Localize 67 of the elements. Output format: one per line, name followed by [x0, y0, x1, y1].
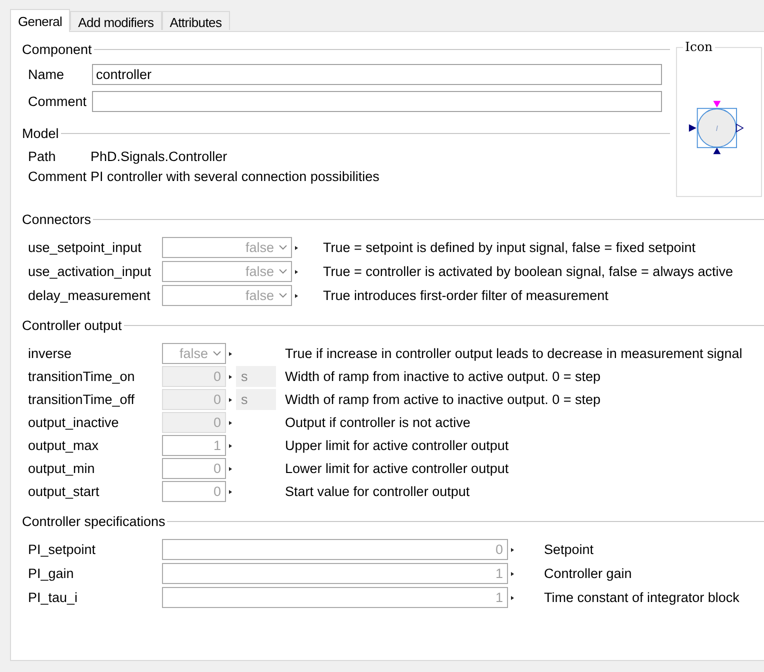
chevron-down-icon — [213, 351, 221, 356]
parameter-name: transitionTime_on — [28, 369, 136, 384]
parameter-name: PI_gain — [28, 566, 75, 581]
number-field[interactable]: 1 — [162, 563, 508, 584]
parameter-name: output_start — [28, 484, 100, 499]
menu-arrow-icon[interactable] — [229, 466, 232, 470]
parameter-description: True = controller is activated by boolean signal, false = always active — [322, 264, 734, 279]
parameter-name: PI_setpoint — [28, 542, 97, 557]
parameter-name: inverse — [28, 346, 73, 361]
parameter-description: True introduces first-order filter of measurement — [322, 288, 610, 303]
field-label: Comment — [28, 94, 88, 109]
field-value: PI controller with several connection possibilities — [90, 169, 380, 184]
text-field[interactable]: controller — [92, 64, 662, 85]
field-label: Name — [28, 67, 66, 82]
section-title: Controller output — [22, 318, 123, 332]
parameter-description: Output if controller is not active — [284, 415, 472, 430]
parameter-description: Lower limit for active controller output — [284, 461, 510, 476]
parameter-name: output_inactive — [28, 415, 120, 430]
parameter-name: use_activation_input — [28, 264, 152, 279]
text-field[interactable] — [92, 91, 662, 112]
menu-arrow-icon[interactable] — [511, 596, 514, 600]
menu-arrow-icon[interactable] — [511, 572, 514, 576]
menu-arrow-icon[interactable] — [229, 352, 232, 356]
parameter-description: Width of ramp from inactive to active output. 0 = step — [284, 369, 602, 384]
unit-label: s — [236, 366, 276, 387]
parameter-description: Start value for controller output — [284, 484, 471, 499]
section-title: Component — [22, 42, 93, 56]
menu-arrow-icon[interactable] — [229, 398, 232, 402]
unit-label: s — [236, 389, 276, 410]
field-value: PhD.Signals.Controller — [90, 149, 228, 164]
number-field[interactable]: 0 — [162, 458, 226, 479]
number-field[interactable]: 1 — [162, 435, 226, 456]
number-field[interactable]: 1 — [162, 587, 508, 608]
menu-arrow-icon[interactable] — [511, 548, 514, 552]
chevron-down-icon — [279, 293, 287, 298]
parameter-description: True if increase in controller output leads to decrease in measurement signal — [284, 346, 744, 361]
chevron-down-icon — [279, 269, 287, 274]
tab[interactable]: Attributes — [162, 11, 230, 30]
section-title: Controller specifications — [22, 514, 166, 528]
number-field[interactable]: 0 — [162, 539, 508, 560]
menu-arrow-icon[interactable] — [229, 420, 232, 424]
menu-arrow-icon[interactable] — [295, 270, 298, 274]
section-title: Connectors — [22, 212, 92, 226]
menu-arrow-icon[interactable] — [229, 490, 232, 494]
parameter-description: Time constant of integrator block — [543, 590, 740, 605]
parameter-description: Upper limit for active controller output — [284, 438, 510, 453]
parameter-description: True = setpoint is defined by input signal, false = fixed setpoint — [322, 240, 696, 255]
parameter-description: Controller gain — [543, 566, 633, 581]
parameter-description: Width of ramp from active to inactive output. 0 = step — [284, 392, 602, 407]
menu-arrow-icon[interactable] — [229, 374, 232, 378]
parameter-name: transitionTime_off — [28, 392, 136, 407]
parameter-name: output_min — [28, 461, 96, 476]
tab[interactable]: Add modifiers — [70, 11, 162, 30]
parameter-name: output_max — [28, 438, 100, 453]
parameter-name: use_setpoint_input — [28, 240, 142, 255]
parameter-name: PI_tau_i — [28, 590, 79, 605]
field-label: Path — [28, 149, 57, 164]
chevron-down-icon — [279, 245, 287, 250]
parameter-description: Setpoint — [543, 542, 595, 557]
field-label: Comment — [28, 169, 87, 184]
parameter-name: delay_measurement — [28, 288, 152, 303]
menu-arrow-icon[interactable] — [295, 246, 298, 250]
number-field[interactable]: 0 — [162, 481, 226, 502]
menu-arrow-icon[interactable] — [229, 444, 232, 448]
menu-arrow-icon[interactable] — [295, 294, 298, 298]
tab[interactable]: General — [10, 9, 70, 32]
section-title: Model — [22, 126, 60, 140]
